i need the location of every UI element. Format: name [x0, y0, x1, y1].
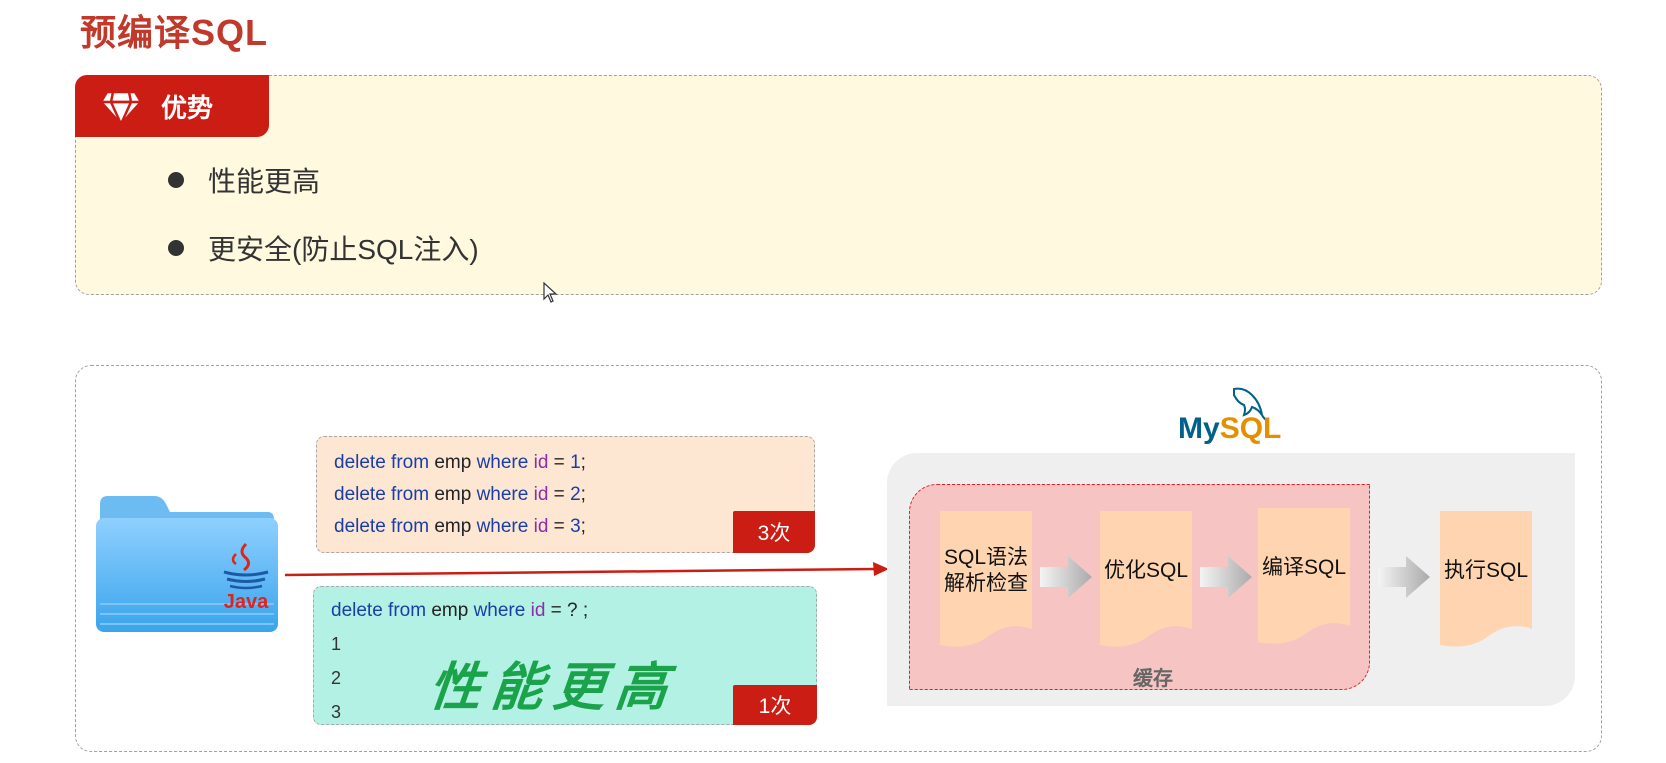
- step-execute: 执行SQL: [1440, 511, 1532, 656]
- advantages-tab-label: 优势: [161, 92, 214, 123]
- step-optimize: 优化SQL: [1100, 511, 1192, 651]
- step-syntax-check: SQL语法 解析检查: [940, 511, 1032, 651]
- mysql-logo: MySQL: [1178, 412, 1282, 445]
- prepared-sql: delete from emp where id = ? ;: [331, 600, 589, 621]
- sql-statement: delete from emp where id = 2;: [334, 484, 586, 505]
- cache-label: 缓存: [1133, 668, 1173, 690]
- advantage-item: 性能更高: [168, 160, 320, 200]
- execution-count-badge: 3次: [733, 511, 815, 553]
- step-compile: 编译SQL: [1258, 508, 1350, 648]
- java-label: Java: [224, 591, 269, 613]
- flow-arrow-icon: [1200, 556, 1252, 598]
- advantages-tab: 优势: [75, 75, 269, 137]
- sql-statement: delete from emp where id = 1;: [334, 452, 586, 473]
- flow-arrow-icon: [1378, 556, 1430, 598]
- bullet-icon: [168, 240, 184, 256]
- advantage-item-text: 更安全(防止SQL注入): [208, 234, 479, 265]
- request-arrow: [285, 562, 889, 577]
- flow-arrow-icon: [1040, 556, 1092, 598]
- page-title: 预编译SQL: [80, 12, 269, 53]
- java-folder-icon: Java: [96, 496, 278, 632]
- mouse-cursor-icon: [543, 282, 558, 303]
- bullet-icon: [168, 172, 184, 188]
- performance-slogan: 性能更高: [426, 657, 681, 718]
- advantage-item: 更安全(防止SQL注入): [168, 228, 479, 268]
- advantage-item-text: 性能更高: [208, 166, 321, 197]
- diamond-icon: [99, 90, 143, 128]
- execution-count-badge: 1次: [733, 685, 817, 725]
